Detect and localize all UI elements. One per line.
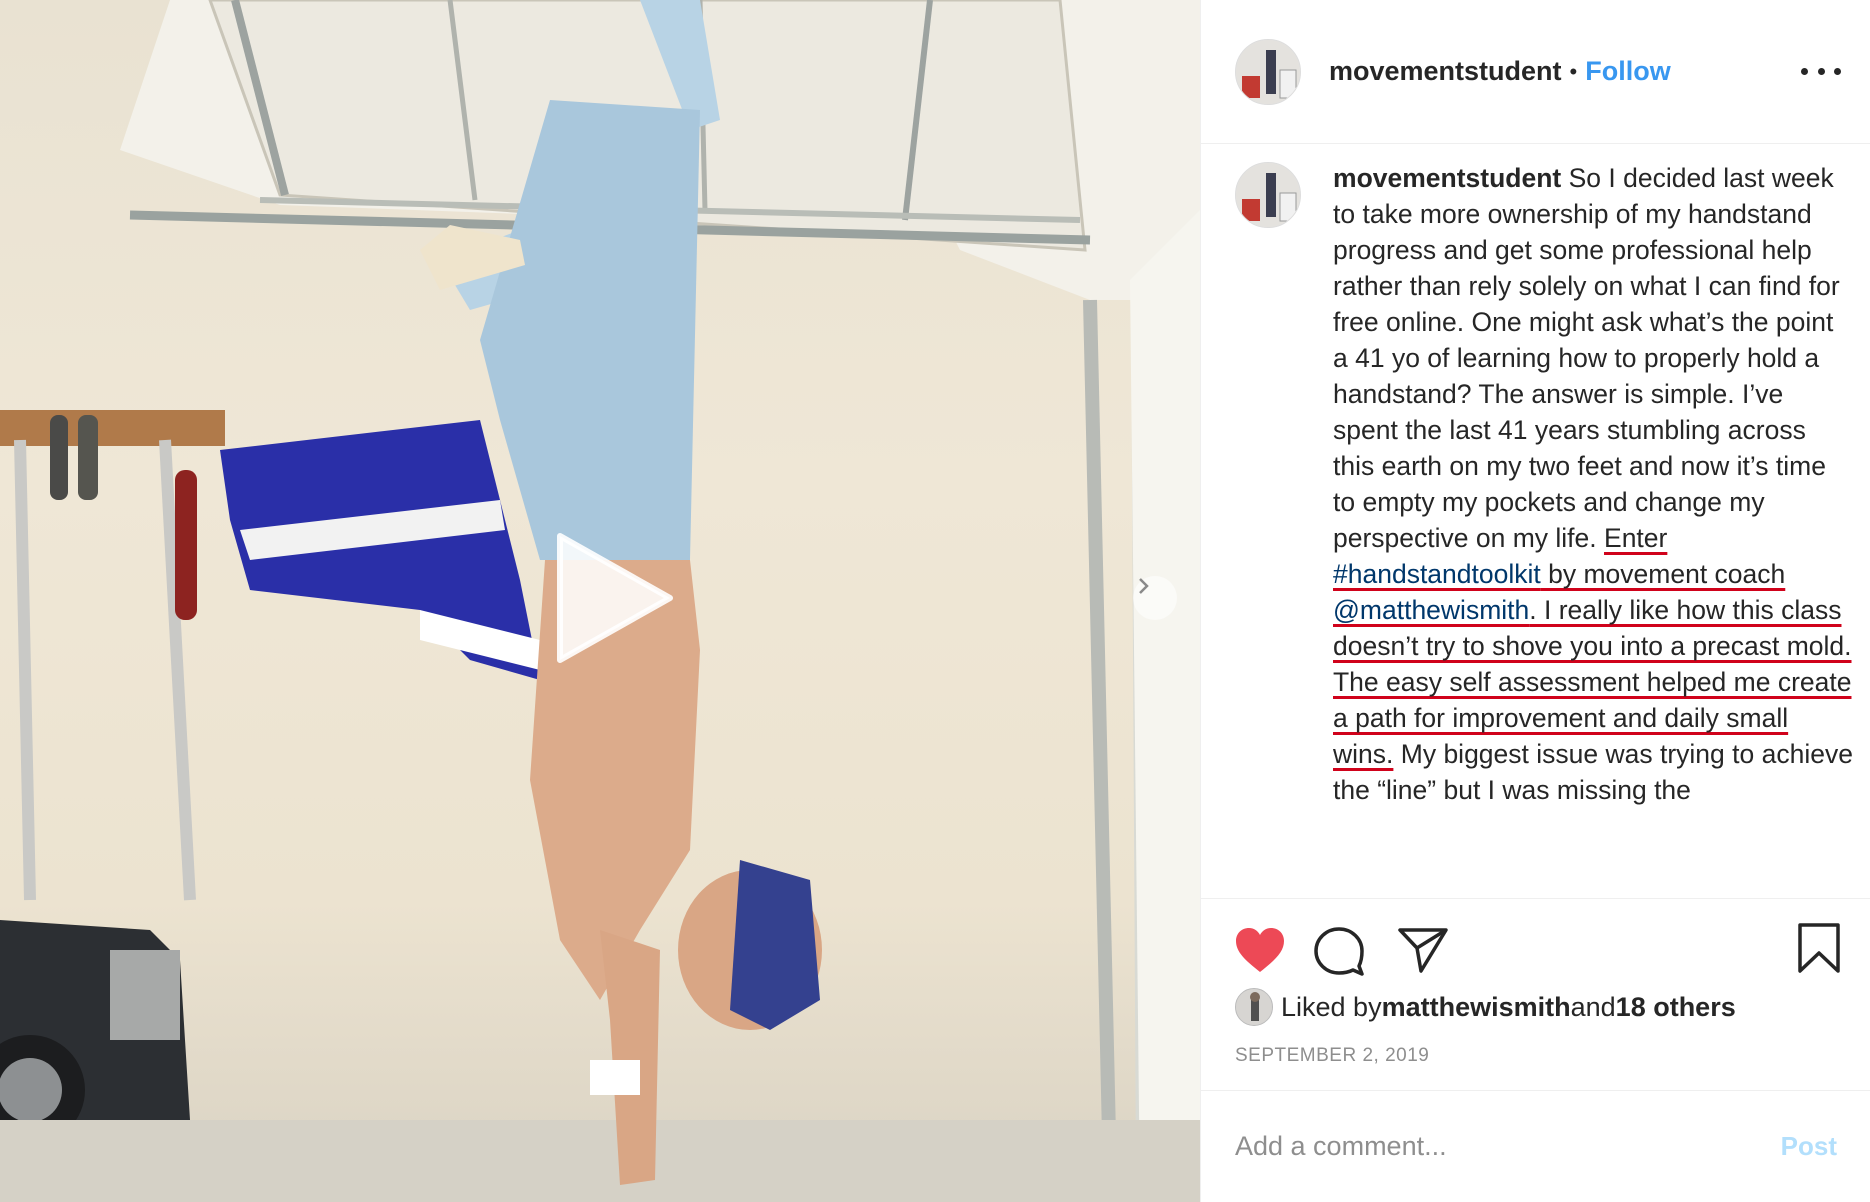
caption-section[interactable]: movementstudent So I decided last week t… <box>1235 160 1855 895</box>
liker-avatar[interactable] <box>1235 988 1273 1026</box>
caption-avatar[interactable] <box>1235 162 1301 228</box>
caption-body: So I decided last week to take more owne… <box>1333 163 1840 553</box>
hashtag-link[interactable]: #handstandtoolkit <box>1333 559 1541 589</box>
like-button[interactable] <box>1235 928 1285 979</box>
save-button[interactable] <box>1797 922 1841 979</box>
caption-username-link[interactable]: movementstudent <box>1333 163 1561 193</box>
post-media[interactable] <box>0 0 1200 1202</box>
mention-link[interactable]: @matthewismith <box>1333 595 1529 625</box>
post-header: movementstudent • Follow <box>1201 0 1870 144</box>
highlighted-text: Enter #handstandtoolkit by movement coac… <box>1333 523 1852 769</box>
avatar-image <box>1236 163 1300 227</box>
likes-prefix: Liked by <box>1281 991 1382 1022</box>
heart-icon <box>1236 928 1284 972</box>
actions-divider <box>1201 898 1870 899</box>
caption-text: movementstudent So I decided last week t… <box>1333 160 1853 808</box>
play-button[interactable] <box>540 528 680 668</box>
paper-plane-icon <box>1398 928 1448 973</box>
avatar-image <box>1236 39 1300 104</box>
likes-middle: and <box>1570 991 1616 1022</box>
likes-summary: Liked by matthewismith and 18 others <box>1235 988 1736 1026</box>
caption-highlight-2: by movement coach <box>1540 559 1786 589</box>
caption-body-continued: My biggest issue was trying to achieve t… <box>1333 739 1853 805</box>
avatar-image <box>1236 989 1272 1025</box>
more-horizontal-icon <box>1834 67 1841 75</box>
liker-username-link[interactable]: matthewismith <box>1382 992 1571 1023</box>
comment-icon <box>1314 927 1364 976</box>
username-link[interactable]: movementstudent <box>1329 56 1562 87</box>
post-details-panel: movementstudent • Follow movementstudent… <box>1200 0 1870 1202</box>
comment-button[interactable] <box>1313 926 1365 981</box>
next-media-button[interactable] <box>1133 576 1177 620</box>
follow-button[interactable]: Follow <box>1585 56 1670 87</box>
post-comment-button[interactable]: Post <box>1781 1131 1837 1162</box>
more-horizontal-icon <box>1801 67 1808 75</box>
separator-dot: • <box>1569 58 1578 84</box>
more-horizontal-icon <box>1817 67 1825 75</box>
others-likes-link[interactable]: 18 others <box>1616 992 1736 1023</box>
caption-highlight-1: Enter <box>1604 523 1668 553</box>
comment-input[interactable] <box>1235 1131 1781 1162</box>
play-icon <box>557 533 673 663</box>
more-options-button[interactable] <box>1801 56 1841 86</box>
bookmark-icon <box>1798 923 1840 973</box>
avatar[interactable] <box>1235 38 1301 105</box>
post-date[interactable]: SEPTEMBER 2, 2019 <box>1235 1045 1429 1067</box>
share-button[interactable] <box>1397 926 1449 979</box>
comment-bar: Post <box>1201 1090 1870 1202</box>
chevron-right-icon <box>1139 578 1149 594</box>
